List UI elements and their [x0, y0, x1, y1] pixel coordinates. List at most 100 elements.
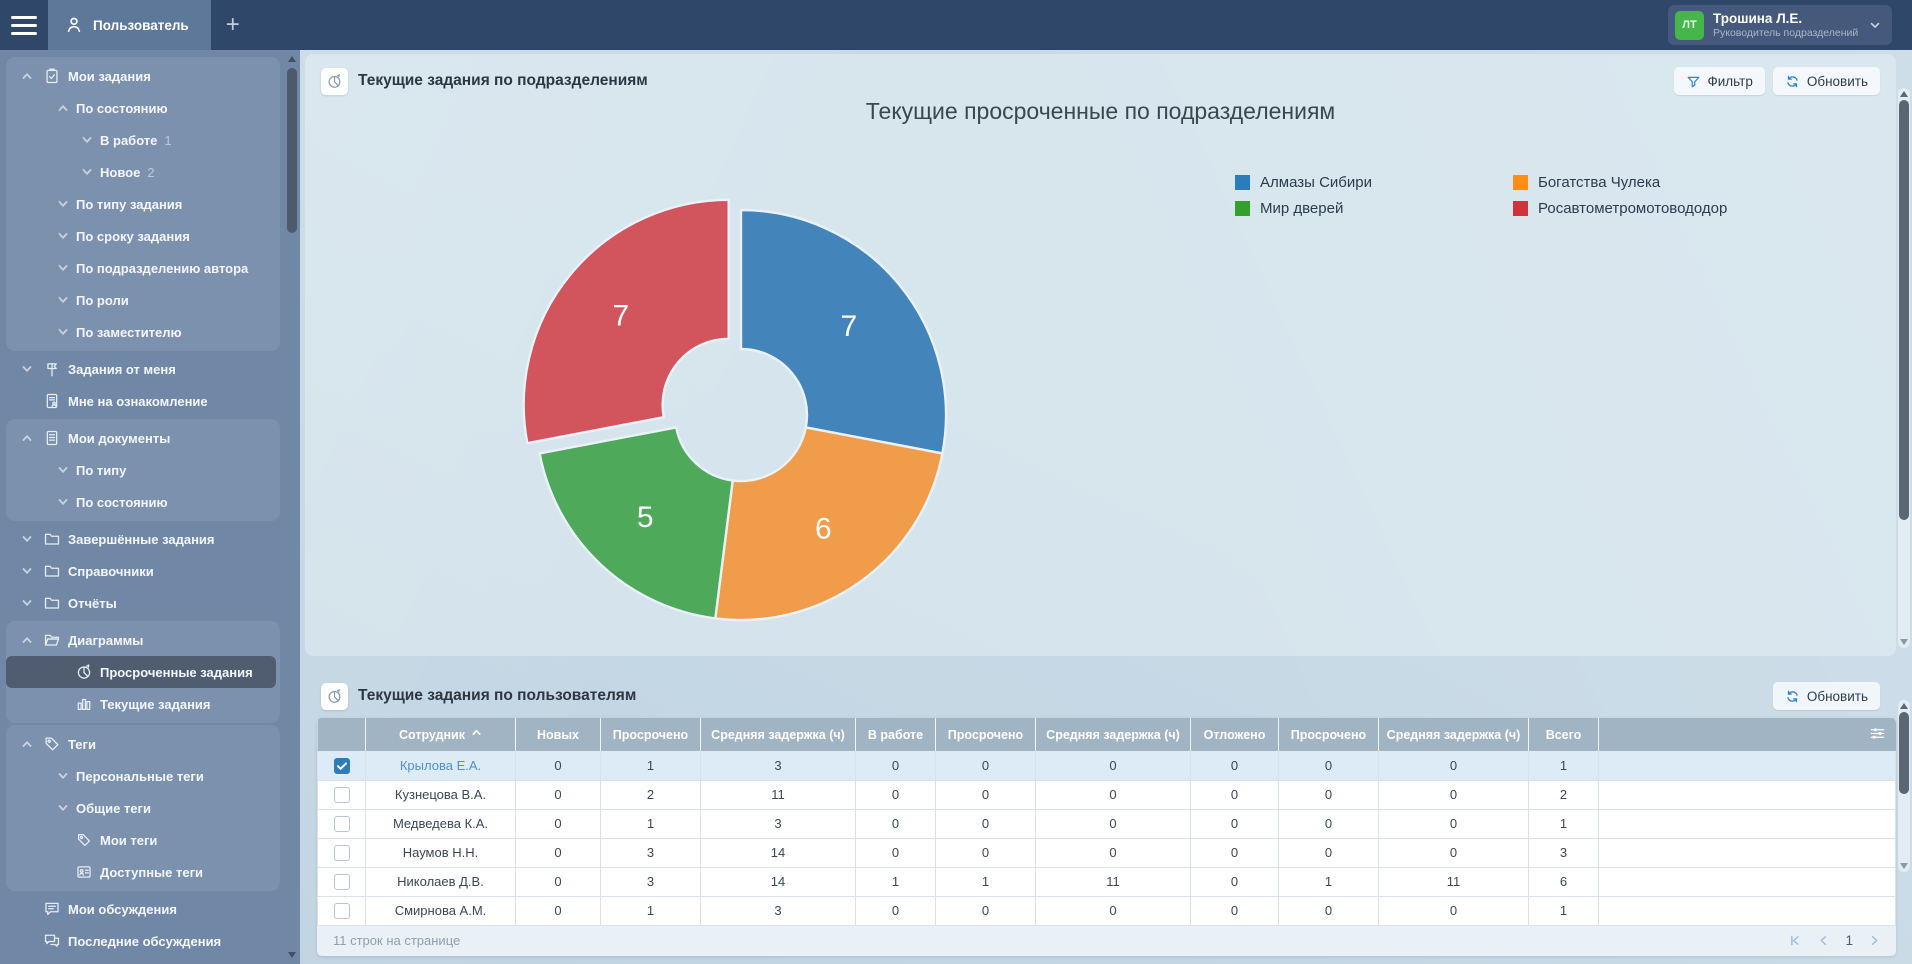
legend-item[interactable]: Алмазы Сибири: [1235, 174, 1372, 191]
sidebar-item[interactable]: Мои обсуждения: [6, 893, 280, 925]
chevron-down-icon[interactable]: [52, 230, 74, 242]
sidebar-item[interactable]: В работе1: [6, 124, 280, 156]
sidebar-item[interactable]: По типу: [6, 454, 280, 486]
scroll-down-icon[interactable]: [1900, 639, 1908, 645]
scrollbar-thumb[interactable]: [1899, 100, 1909, 520]
sidebar-item[interactable]: Мои теги: [6, 824, 280, 856]
hamburger-menu-icon[interactable]: [0, 0, 48, 50]
sidebar-item[interactable]: По заместителю: [6, 316, 280, 348]
scroll-up-icon[interactable]: [1900, 91, 1908, 97]
column-header[interactable]: Отложено: [1191, 718, 1279, 751]
refresh-button[interactable]: Обновить: [1773, 682, 1880, 710]
sidebar-item[interactable]: Завершённые задания: [6, 523, 280, 555]
column-header[interactable]: Просрочено: [601, 718, 701, 751]
scroll-down-icon[interactable]: [1900, 863, 1908, 869]
row-checkbox[interactable]: [334, 903, 350, 919]
table-row[interactable]: Смирнова А.М.0130000001: [318, 896, 1896, 925]
next-page-icon[interactable]: [1867, 933, 1882, 948]
sidebar-item[interactable]: Новое2: [6, 156, 280, 188]
chevron-down-icon[interactable]: [76, 166, 98, 178]
chevron-down-icon[interactable]: [16, 533, 38, 545]
legend-item[interactable]: Мир дверей: [1235, 200, 1372, 217]
employee-name[interactable]: Николаев Д.В.: [366, 867, 516, 896]
sidebar-item[interactable]: Диаграммы: [6, 624, 280, 656]
sidebar-item[interactable]: По состоянию: [6, 92, 280, 124]
sidebar-item[interactable]: Задания от меня: [6, 353, 280, 385]
sidebar-item[interactable]: Мне на ознакомление: [6, 385, 280, 417]
sidebar-item[interactable]: По подразделению автора: [6, 252, 280, 284]
chevron-down-icon[interactable]: [52, 496, 74, 508]
sidebar-scrollbar[interactable]: [287, 54, 298, 960]
user-menu[interactable]: ЛТ Трошина Л.Е. Руководитель подразделен…: [1668, 5, 1892, 45]
chevron-up-icon[interactable]: [16, 634, 38, 646]
chevron-down-icon[interactable]: [52, 802, 74, 814]
column-header[interactable]: Средняя задержка (ч): [701, 718, 856, 751]
row-checkbox[interactable]: [334, 787, 350, 803]
chart-scrollbar[interactable]: [1898, 88, 1910, 648]
column-header[interactable]: Сотрудник: [366, 718, 516, 751]
table-row[interactable]: Кузнецова В.А.02110000002: [318, 780, 1896, 809]
panel-icon-button[interactable]: [321, 683, 348, 710]
chevron-down-icon[interactable]: [52, 464, 74, 476]
employee-name[interactable]: Наумов Н.Н.: [366, 838, 516, 867]
current-page[interactable]: 1: [1845, 933, 1853, 948]
row-checkbox[interactable]: [334, 758, 350, 774]
chevron-down-icon[interactable]: [16, 565, 38, 577]
chevron-down-icon[interactable]: [52, 198, 74, 210]
sidebar-item[interactable]: Мои задания: [6, 60, 280, 92]
chevron-up-icon[interactable]: [16, 738, 38, 750]
employee-name[interactable]: Смирнова А.М.: [366, 896, 516, 925]
table-row[interactable]: Медведева К.А.0130000001: [318, 809, 1896, 838]
sidebar-item[interactable]: Теги: [6, 728, 280, 760]
sidebar-item[interactable]: Текущие задания: [6, 688, 280, 720]
sidebar-item[interactable]: Отчёты: [6, 587, 280, 619]
chevron-down-icon[interactable]: [52, 770, 74, 782]
sidebar-item[interactable]: Справочники: [6, 555, 280, 587]
sidebar-item[interactable]: Просроченные задания: [6, 656, 276, 688]
chevron-down-icon[interactable]: [76, 134, 98, 146]
employee-name[interactable]: Кузнецова В.А.: [366, 780, 516, 809]
legend-item[interactable]: Богатства Чулека: [1513, 174, 1727, 191]
scroll-up-icon[interactable]: [288, 56, 296, 62]
chevron-up-icon[interactable]: [16, 432, 38, 444]
column-header[interactable]: Средняя задержка (ч): [1036, 718, 1191, 751]
sidebar-item[interactable]: По типу задания: [6, 188, 280, 220]
scrollbar-thumb[interactable]: [1899, 712, 1909, 794]
sidebar-item[interactable]: Подписки на уведомления: [6, 957, 280, 964]
sidebar-item[interactable]: По роли: [6, 284, 280, 316]
first-page-icon[interactable]: [1787, 933, 1802, 948]
chevron-up-icon[interactable]: [52, 102, 74, 114]
column-header[interactable]: Просрочено: [936, 718, 1036, 751]
chevron-down-icon[interactable]: [52, 326, 74, 338]
scrollbar-thumb[interactable]: [287, 68, 297, 233]
sidebar-item[interactable]: Мои документы: [6, 422, 280, 454]
filter-button[interactable]: Фильтр: [1674, 67, 1765, 95]
column-header[interactable]: В работе: [856, 718, 936, 751]
legend-item[interactable]: Росавтометромотовододор: [1513, 200, 1727, 217]
sidebar-item[interactable]: По сроку задания: [6, 220, 280, 252]
table-row[interactable]: Наумов Н.Н.03140000003: [318, 838, 1896, 867]
prev-page-icon[interactable]: [1816, 933, 1831, 948]
sidebar-item[interactable]: Персональные теги: [6, 760, 280, 792]
column-header[interactable]: Новых: [516, 718, 601, 751]
table-row[interactable]: Крылова Е.А.0130000001: [318, 751, 1896, 780]
chevron-up-icon[interactable]: [16, 70, 38, 82]
row-checkbox[interactable]: [334, 816, 350, 832]
panel-icon-button[interactable]: [321, 68, 348, 95]
column-header[interactable]: Просрочено: [1279, 718, 1379, 751]
sidebar-item[interactable]: Общие теги: [6, 792, 280, 824]
tab-user[interactable]: Пользователь: [48, 0, 211, 50]
table-scrollbar[interactable]: [1898, 700, 1910, 872]
chevron-down-icon[interactable]: [16, 363, 38, 375]
sidebar-item[interactable]: Последние обсуждения: [6, 925, 280, 957]
scroll-down-icon[interactable]: [288, 952, 296, 958]
sidebar-item[interactable]: Доступные теги: [6, 856, 280, 888]
chevron-down-icon[interactable]: [52, 262, 74, 274]
sidebar-item[interactable]: По состоянию: [6, 486, 280, 518]
chevron-down-icon[interactable]: [52, 294, 74, 306]
table-row[interactable]: Николаев Д.В.0314111101116: [318, 867, 1896, 896]
column-header[interactable]: Средняя задержка (ч): [1379, 718, 1529, 751]
employee-name[interactable]: Крылова Е.А.: [366, 751, 516, 780]
scroll-up-icon[interactable]: [1900, 703, 1908, 709]
refresh-button[interactable]: Обновить: [1773, 67, 1880, 95]
